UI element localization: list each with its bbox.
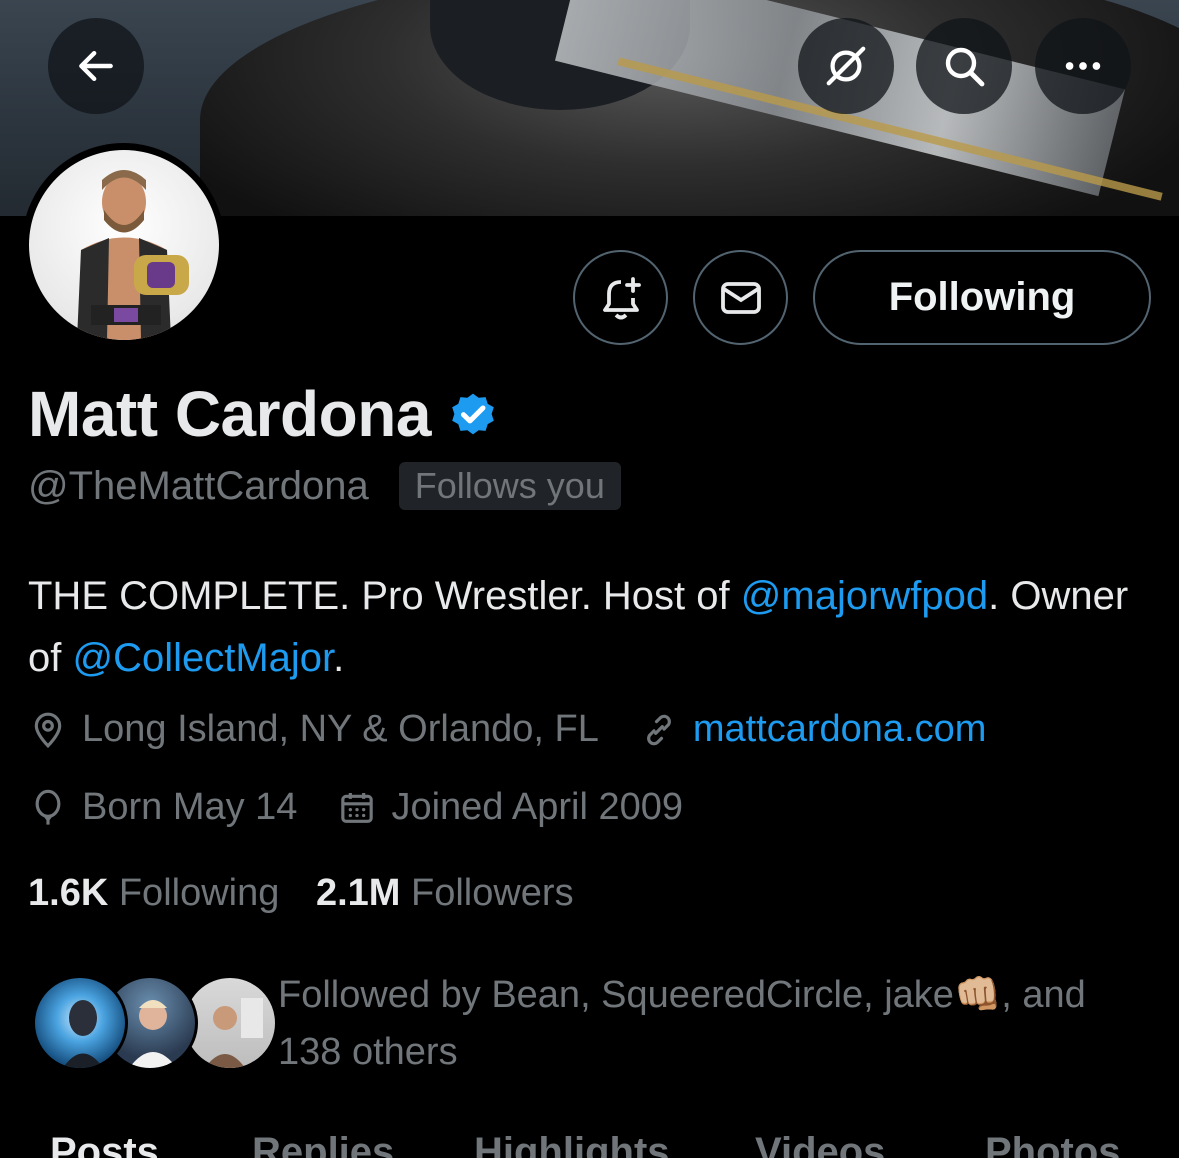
tab-highlights[interactable]: Highlights <box>474 1130 670 1158</box>
notifications-button[interactable] <box>573 250 668 345</box>
fist-bump-emoji: 👊🏼 <box>953 974 1002 1016</box>
birthday-text: Born May 14 <box>82 786 298 828</box>
message-button[interactable] <box>693 250 788 345</box>
following-label: Following <box>118 872 280 914</box>
tab-replies[interactable]: Replies <box>252 1130 394 1158</box>
location-text: Long Island, NY & Orlando, FL <box>82 708 599 750</box>
profile-tabs: Posts Replies Highlights Videos Photos <box>0 1128 1179 1158</box>
avatar-photo <box>76 169 189 340</box>
back-button[interactable] <box>48 18 144 114</box>
follows-you-badge: Follows you <box>398 462 621 510</box>
following-count-link[interactable]: 1.6K Following <box>28 872 279 914</box>
profile-avatar-ring <box>22 143 225 346</box>
profile-bio: THE COMPLETE. Pro Wrestler. Host of @maj… <box>28 565 1158 689</box>
website[interactable]: mattcardona.com <box>639 708 987 751</box>
followers-count: 2.1M <box>315 872 401 914</box>
followers-label: Followers <box>410 872 574 914</box>
followed-by-prefix: Followed by Bean, SqueeredCircle, jake <box>278 974 954 1016</box>
verified-badge-icon[interactable] <box>447 388 499 440</box>
bio-text: THE COMPLETE. Pro Wrestler. Host of <box>28 574 741 618</box>
link-icon <box>646 714 671 745</box>
display-name-row: Matt Cardona <box>28 377 499 451</box>
more-horizontal-icon <box>1065 62 1101 70</box>
handle-row: @TheMattCardona Follows you <box>28 462 621 510</box>
arrow-left-icon <box>79 50 113 82</box>
balloon-icon <box>35 789 61 825</box>
grok-button[interactable] <box>798 18 894 114</box>
joined-text: Joined April 2009 <box>391 786 684 828</box>
location-pin-icon <box>34 712 62 748</box>
search-icon <box>945 47 985 87</box>
search-button[interactable] <box>916 18 1012 114</box>
profile-meta-row-2: Born May 14 Joined April 2009 <box>28 786 723 829</box>
following-count: 1.6K <box>28 872 109 914</box>
website-link[interactable]: mattcardona.com <box>693 708 987 751</box>
follow-counts: 1.6K Following 2.1M Followers <box>28 872 574 915</box>
avatar <box>32 975 128 1071</box>
followed-by-section[interactable]: Followed by Bean, SqueeredCircle, jake👊🏼… <box>32 974 1162 1075</box>
followers-count-link[interactable]: 2.1M Followers <box>316 872 574 914</box>
calendar-icon <box>341 792 374 823</box>
bio-text: . <box>333 636 345 680</box>
more-button[interactable] <box>1035 18 1131 114</box>
mention-link[interactable]: @CollectMajor <box>72 636 333 680</box>
avatar[interactable] <box>28 149 219 340</box>
followed-by-text: Followed by Bean, SqueeredCircle, jake👊🏼… <box>278 967 1158 1081</box>
birthday: Born May 14 <box>28 786 297 829</box>
mention-link[interactable]: @majorwfpod <box>741 574 988 618</box>
profile-meta-row: Long Island, NY & Orlando, FL mattcardon… <box>28 708 1026 751</box>
location: Long Island, NY & Orlando, FL <box>28 708 599 751</box>
tab-posts[interactable]: Posts <box>50 1130 159 1158</box>
display-name: Matt Cardona <box>28 378 431 450</box>
grok-icon <box>826 46 866 86</box>
joined: Joined April 2009 <box>337 786 683 829</box>
handle: @TheMattCardona <box>28 463 369 508</box>
tab-videos[interactable]: Videos <box>755 1130 885 1158</box>
envelope-icon <box>720 281 761 314</box>
bell-plus-icon <box>602 276 641 319</box>
tab-photos[interactable]: Photos <box>985 1130 1121 1158</box>
mutual-avatars <box>32 975 278 1073</box>
following-button[interactable]: Following <box>813 250 1151 345</box>
